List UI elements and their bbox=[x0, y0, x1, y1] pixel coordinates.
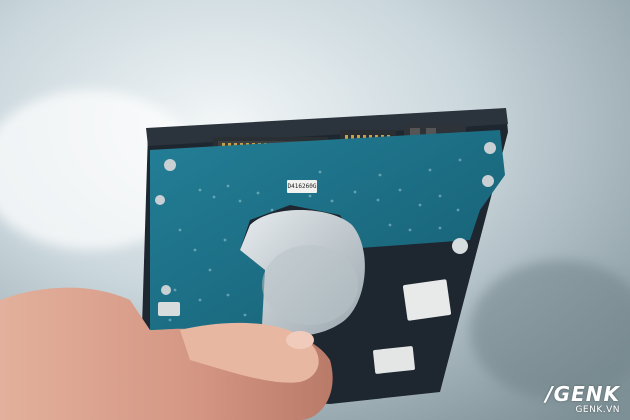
watermark: /GENK GENK.VN bbox=[545, 383, 620, 416]
watermark-logo: /GENK bbox=[545, 382, 620, 406]
sticker-label bbox=[158, 302, 180, 316]
thumbnail bbox=[286, 331, 314, 349]
screw bbox=[155, 195, 165, 205]
sticker-label bbox=[402, 279, 452, 321]
screw bbox=[484, 142, 496, 154]
screw bbox=[161, 285, 171, 295]
screw bbox=[164, 159, 176, 171]
sticker-label bbox=[373, 346, 415, 374]
pcb-label: D416260G bbox=[287, 180, 317, 193]
mount-hole bbox=[452, 238, 468, 254]
photo-scene: D416260G /GENK GENK.VN bbox=[0, 0, 630, 420]
watermark-url: GENK.VN bbox=[575, 405, 620, 415]
photo-illustration bbox=[0, 0, 630, 420]
screw bbox=[482, 175, 494, 187]
